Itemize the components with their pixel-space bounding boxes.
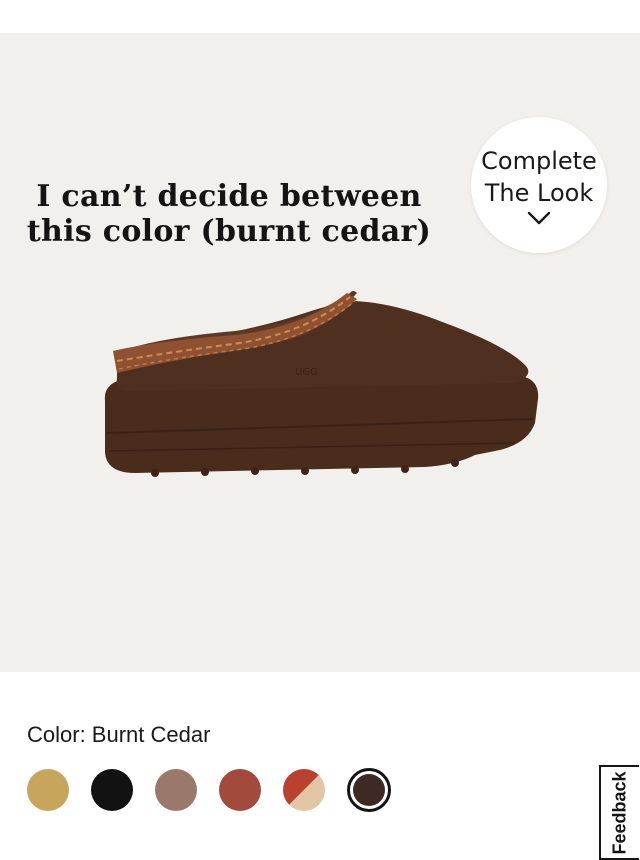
swatch-chestnut[interactable] xyxy=(27,769,69,811)
swatch-mauve[interactable] xyxy=(155,769,197,811)
svg-text:UGG: UGG xyxy=(295,367,318,378)
color-label: Color: Burnt Cedar xyxy=(27,722,211,747)
image-caption: I can’t decide between this color (burnt… xyxy=(0,179,458,249)
swatch-red-brown[interactable] xyxy=(219,769,261,811)
caption-line-2: this color (burnt cedar) xyxy=(26,214,432,249)
complete-look-label-2: The Look xyxy=(484,179,594,207)
swatch-burnt-cedar-fill xyxy=(353,774,385,806)
swatch-burnt-cedar-selected[interactable] xyxy=(347,768,391,812)
product-image-gallery[interactable]: I can’t decide between this color (burnt… xyxy=(0,33,640,672)
feedback-tab[interactable]: Feedback xyxy=(599,765,639,860)
swatch-two-tone[interactable] xyxy=(283,769,325,811)
caption-line-1: I can’t decide between xyxy=(36,179,422,214)
chevron-down-icon xyxy=(527,211,551,225)
feedback-label: Feedback xyxy=(609,770,630,855)
color-swatch-list xyxy=(27,768,391,812)
swatch-black[interactable] xyxy=(91,769,133,811)
complete-look-label-1: Complete xyxy=(481,147,597,175)
complete-the-look-button[interactable]: Complete The Look xyxy=(471,117,607,253)
product-image: UGG xyxy=(104,291,539,477)
